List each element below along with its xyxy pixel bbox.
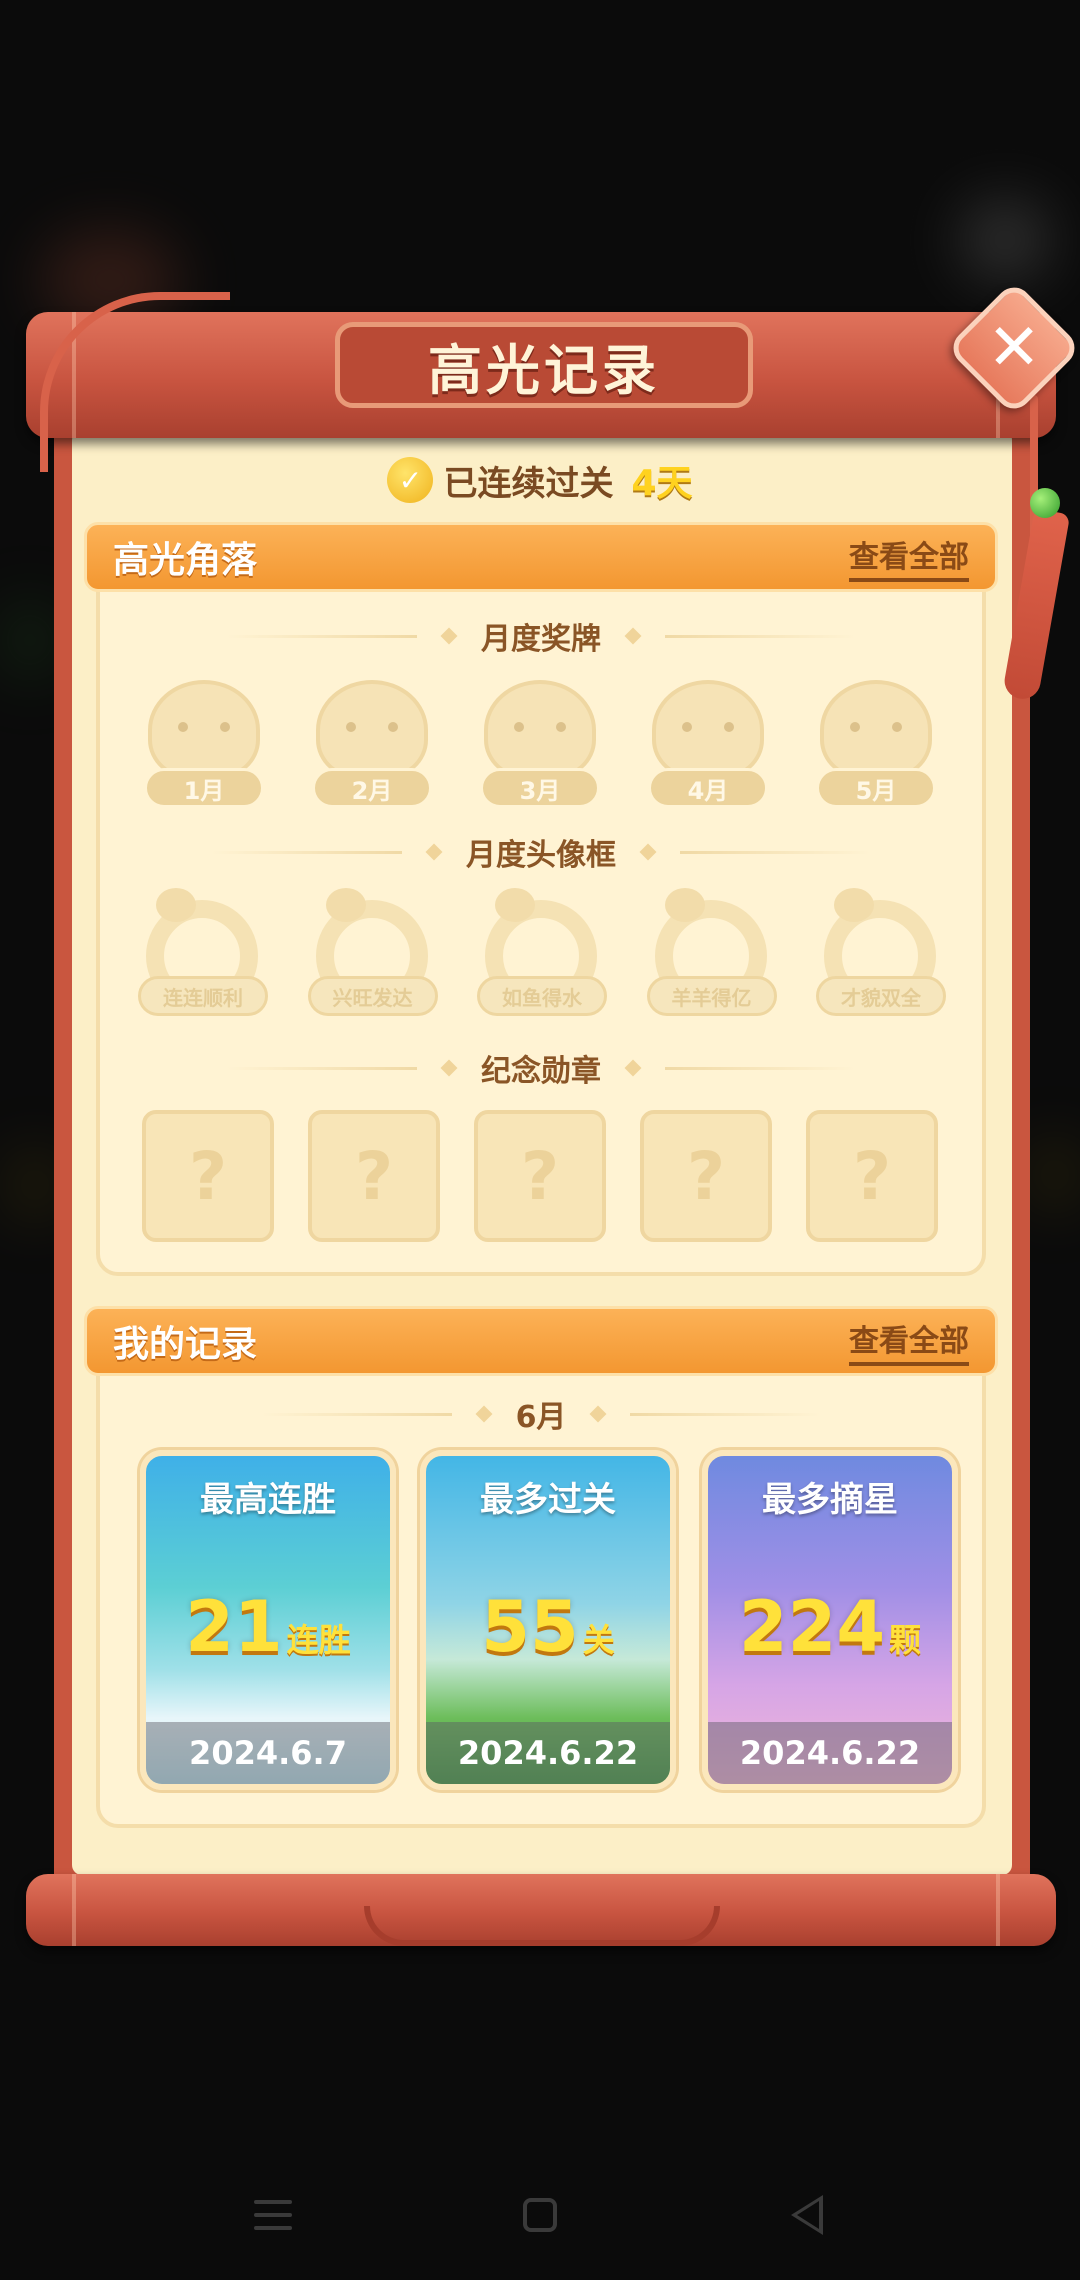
record-card-levels[interactable]: 最多过关 55 关 2024.6.22 bbox=[420, 1450, 676, 1790]
menu-icon bbox=[254, 2200, 293, 2230]
avatar-frame-item[interactable]: 才貌双全 bbox=[814, 886, 948, 1020]
avatar-frame-item[interactable]: 兴旺发达 bbox=[306, 886, 440, 1020]
background-glow bbox=[960, 200, 1050, 280]
record-date: 2024.6.22 bbox=[708, 1722, 952, 1784]
locked-badge[interactable]: ? bbox=[806, 1110, 938, 1242]
scroll-handle bbox=[364, 1906, 720, 1946]
streak-info: ✓ 已连续过关 4天 bbox=[0, 452, 1080, 508]
close-icon[interactable]: ✕ bbox=[966, 300, 1062, 396]
locked-badge[interactable]: ? bbox=[308, 1110, 440, 1242]
home-button[interactable] bbox=[500, 2175, 580, 2255]
locked-badge[interactable]: ? bbox=[474, 1110, 606, 1242]
records-view-all-link[interactable]: 查看全部 bbox=[849, 1316, 969, 1366]
record-date: 2024.6.22 bbox=[426, 1722, 670, 1784]
background-glow bbox=[10, 1150, 60, 1220]
medals-row: 1月 2月 3月 4月 5月 bbox=[140, 680, 940, 808]
home-icon bbox=[522, 2198, 557, 2232]
back-button[interactable] bbox=[767, 2175, 847, 2255]
streak-value: 4天 bbox=[631, 463, 693, 504]
medal-item[interactable]: 5月 bbox=[812, 680, 940, 808]
medal-item[interactable]: 1月 bbox=[140, 680, 268, 808]
back-icon bbox=[790, 2195, 823, 2235]
record-unit: 颗 bbox=[889, 1621, 922, 1659]
background-glow bbox=[0, 600, 60, 680]
medal-item[interactable]: 3月 bbox=[476, 680, 604, 808]
locked-badge[interactable]: ? bbox=[142, 1110, 274, 1242]
badges-subheading: 纪念勋章 bbox=[96, 1046, 986, 1090]
title-plaque: 高光记录 bbox=[335, 322, 753, 408]
menu-button[interactable] bbox=[233, 2175, 313, 2255]
highlight-title: 高光角落 bbox=[113, 540, 258, 581]
frames-row: 连连顺利 兴旺发达 如鱼得水 羊羊得亿 才貌双全 bbox=[136, 886, 948, 1020]
medal-item[interactable]: 2月 bbox=[308, 680, 436, 808]
check-coin-icon: ✓ bbox=[387, 457, 434, 503]
background-glow bbox=[1030, 1140, 1080, 1210]
avatar-frame-item[interactable]: 连连顺利 bbox=[136, 886, 270, 1020]
record-card-stars[interactable]: 最多摘星 224 颗 2024.6.22 bbox=[702, 1450, 958, 1790]
streak-label: 已连续过关 bbox=[443, 463, 614, 504]
records-month-subheading: 6月 bbox=[96, 1392, 986, 1436]
record-value: 21 bbox=[185, 1586, 283, 1668]
system-nav-bar bbox=[0, 2160, 1080, 2270]
avatar-frame-item[interactable]: 羊羊得亿 bbox=[645, 886, 779, 1020]
record-unit: 连胜 bbox=[286, 1621, 351, 1659]
badges-row: ? ? ? ? ? bbox=[142, 1110, 938, 1242]
record-date: 2024.6.7 bbox=[146, 1722, 390, 1784]
medal-item[interactable]: 4月 bbox=[644, 680, 772, 808]
medals-subheading: 月度奖牌 bbox=[96, 614, 986, 658]
avatar-frame-item[interactable]: 如鱼得水 bbox=[475, 886, 609, 1020]
highlight-view-all-link[interactable]: 查看全部 bbox=[849, 532, 969, 582]
record-unit: 关 bbox=[582, 1621, 615, 1659]
record-value: 55 bbox=[481, 1586, 579, 1668]
frames-subheading: 月度头像框 bbox=[96, 830, 986, 874]
highlight-header: 高光角落 查看全部 bbox=[84, 522, 998, 592]
page-title: 高光记录 bbox=[428, 338, 660, 402]
locked-badge[interactable]: ? bbox=[640, 1110, 772, 1242]
record-value: 224 bbox=[738, 1586, 886, 1668]
records-title: 我的记录 bbox=[113, 1324, 258, 1365]
record-card-win-streak[interactable]: 最高连胜 21 连胜 2024.6.7 bbox=[140, 1450, 396, 1790]
records-header: 我的记录 查看全部 bbox=[84, 1306, 998, 1376]
